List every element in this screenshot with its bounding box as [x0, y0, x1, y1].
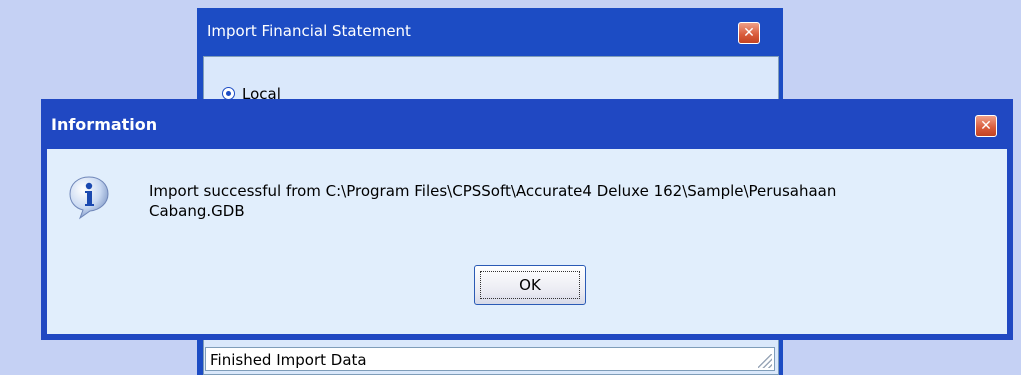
dialog-client-area: Import successful from C:\Program Files\… — [47, 149, 1007, 334]
message-line-2: Cabang.GDB — [149, 202, 245, 220]
information-dialog: Information ✕ Import successful from C:\… — [41, 99, 1013, 340]
window-close-button[interactable]: ✕ — [738, 22, 760, 44]
close-icon: ✕ — [980, 118, 992, 134]
ok-button-label: OK — [480, 271, 580, 299]
info-icon — [69, 176, 109, 220]
status-bar: Finished Import Data — [205, 347, 775, 371]
resize-grip-icon[interactable] — [758, 354, 772, 368]
dialog-message: Import successful from C:\Program Files\… — [149, 181, 999, 221]
dialog-titlebar[interactable]: Information — [41, 99, 1013, 151]
status-text: Finished Import Data — [210, 351, 367, 369]
dialog-title: Information — [51, 115, 158, 134]
dialog-close-button[interactable]: ✕ — [975, 115, 997, 137]
close-icon: ✕ — [743, 25, 755, 41]
message-line-1: Import successful from C:\Program Files\… — [149, 182, 837, 200]
ok-button[interactable]: OK — [474, 265, 586, 305]
window-titlebar[interactable]: Import Financial Statement — [197, 8, 783, 53]
window-title: Import Financial Statement — [207, 22, 411, 40]
